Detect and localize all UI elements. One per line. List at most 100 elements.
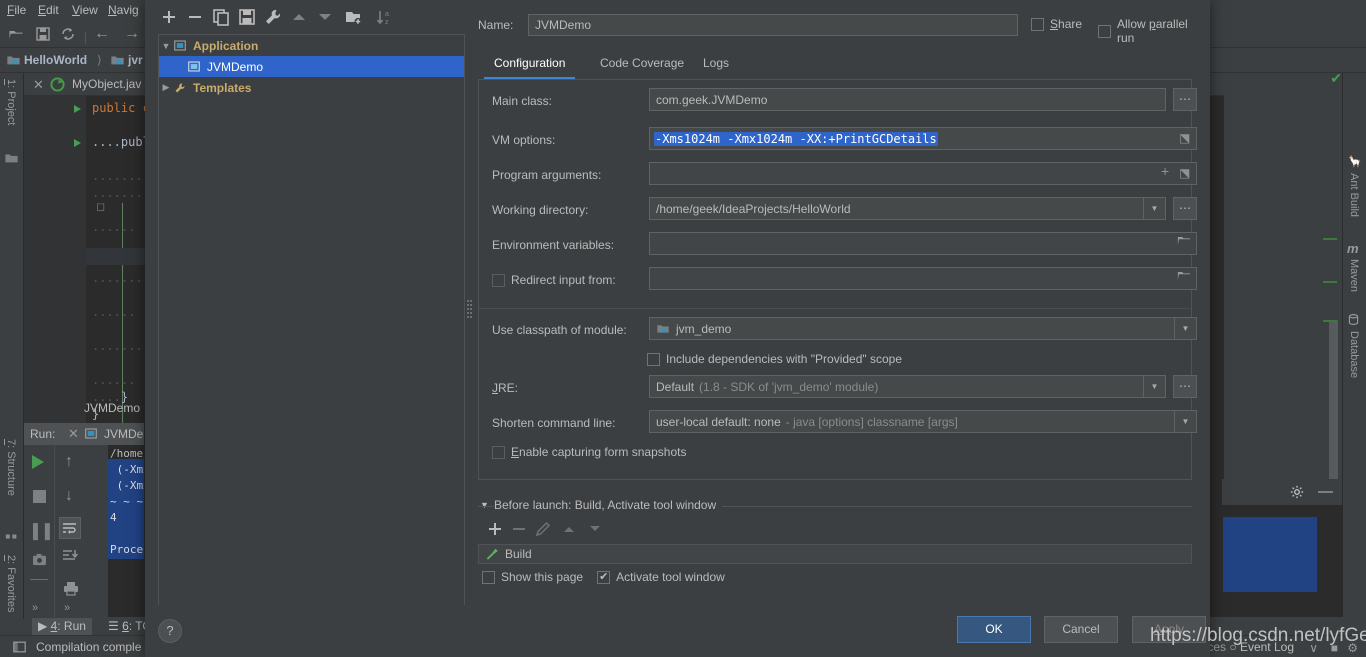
splitter-handle[interactable] (467, 300, 472, 318)
status-tab-run[interactable]: ▶ 4: Run (32, 618, 92, 635)
classpath-module-combo[interactable]: jvm_demo ▼ (649, 317, 1197, 340)
expand-actions-icon-2[interactable]: » (64, 602, 70, 614)
ok-button[interactable]: OK (957, 616, 1031, 643)
code-line[interactable]: public c (92, 101, 150, 115)
jre-browse-button[interactable]: ⋯ (1173, 375, 1197, 398)
save-all-icon[interactable] (35, 26, 51, 42)
chevron-down-icon[interactable]: ▼ (1174, 411, 1196, 432)
menu-view[interactable]: View (72, 3, 98, 17)
share-checkbox[interactable]: Share (1031, 17, 1082, 31)
breadcrumb-item-module[interactable]: jvr (128, 53, 143, 67)
open-folder-icon[interactable] (8, 26, 25, 42)
move-up-icon[interactable] (558, 518, 580, 540)
include-provided-checkbox[interactable]: Include dependencies with "Provided" sco… (647, 352, 902, 366)
chevron-down-icon[interactable]: ▼ (159, 41, 173, 51)
chevron-down-icon[interactable]: ▼ (1143, 198, 1165, 219)
soft-wrap-button[interactable] (59, 517, 81, 539)
scroll-to-end-icon[interactable] (62, 549, 79, 564)
code-line[interactable]: ...... (92, 373, 135, 387)
wrench-icon[interactable] (262, 6, 284, 28)
remove-icon[interactable] (184, 6, 206, 28)
tool-window-maven[interactable]: Maven (1348, 259, 1360, 292)
stop-icon[interactable] (33, 490, 46, 503)
tool-window-project[interactable]: 1: Project (5, 79, 17, 125)
print-icon[interactable] (63, 581, 79, 596)
toggle-toolwindows-icon[interactable] (12, 640, 27, 654)
move-up-icon[interactable] (288, 6, 310, 28)
code-line[interactable]: ........ (92, 186, 150, 200)
run-console[interactable]: /home/g (-Xmx) (-Xmx) ~ ~ ~ ~ 4 Process (108, 445, 144, 619)
show-this-page-checkbox[interactable]: Show this page (482, 570, 583, 584)
rerun-icon[interactable] (32, 455, 44, 469)
chevron-right-icon[interactable]: ▶ (159, 82, 173, 93)
tab-code-coverage[interactable]: Code Coverage (590, 50, 694, 79)
working-directory-browse-button[interactable]: ⋯ (1173, 197, 1197, 220)
menu-navigate[interactable]: Navig (108, 3, 139, 17)
sort-alphabetically-icon[interactable]: az (373, 6, 395, 28)
program-arguments-input[interactable] (649, 162, 1197, 185)
redirect-input-checkbox[interactable]: Redirect input from: (492, 273, 616, 287)
cancel-button[interactable]: Cancel (1044, 616, 1118, 643)
fold-marker-expand-icon[interactable]: ◻ (96, 200, 105, 213)
menu-edit[interactable]: Edit (38, 3, 59, 17)
editor-tab-myobject[interactable]: MyObject.jav (72, 77, 141, 91)
add-icon[interactable] (158, 6, 180, 28)
edit-icon[interactable] (532, 518, 554, 540)
save-icon[interactable] (236, 6, 258, 28)
scroll-down-icon[interactable]: ↓ (65, 487, 73, 505)
tree-row-application[interactable]: ▼ Application (159, 35, 464, 56)
new-folder-icon[interactable] (343, 6, 365, 28)
close-run-icon[interactable]: ✕ (68, 426, 79, 442)
insert-macro-icon[interactable]: + (1161, 163, 1169, 179)
camera-icon[interactable] (32, 553, 47, 566)
minimize-icon[interactable]: — (1318, 483, 1333, 500)
tab-configuration[interactable]: Configuration (484, 50, 576, 79)
before-launch-list[interactable]: Build (478, 544, 1192, 564)
gutter-run-icon[interactable] (74, 139, 81, 147)
code-line[interactable]: ...... (92, 220, 135, 234)
close-icon[interactable]: ✕ (33, 77, 44, 93)
code-line[interactable]: ........ (92, 339, 150, 353)
menu-file[interactable]: FFileile (7, 3, 26, 17)
working-directory-input[interactable]: /home/geek/IdeaProjects/HelloWorld ▼ (649, 197, 1166, 220)
gear-icon[interactable] (1290, 485, 1304, 499)
tool-window-ant-build[interactable]: Ant Build (1348, 173, 1360, 217)
run-window-tab-title[interactable]: JVMDemo (84, 401, 140, 415)
chevron-down-icon[interactable]: ▼ (480, 500, 489, 510)
chevron-down-icon[interactable]: ▼ (1174, 318, 1196, 339)
tool-window-favorites[interactable]: 2: Favorites (5, 555, 17, 612)
main-class-browse-button[interactable]: ⋯ (1173, 88, 1197, 111)
before-launch-header[interactable]: ▼ Before launch: Build, Activate tool wi… (478, 498, 1192, 514)
move-down-icon[interactable] (314, 6, 336, 28)
help-button[interactable]: ? (158, 619, 182, 643)
main-class-input[interactable]: com.geek.JVMDemo (649, 88, 1166, 111)
breadcrumb-item-project[interactable]: HelloWorld (24, 53, 87, 67)
code-line[interactable]: ...... (92, 305, 135, 319)
name-input[interactable] (528, 14, 1018, 36)
folder-browse-icon-2[interactable] (1177, 269, 1191, 282)
code-line[interactable]: ........ (92, 271, 150, 285)
tree-row-jvmdemo[interactable]: JVMDemo (159, 56, 464, 77)
back-arrow-icon[interactable]: ← (94, 25, 110, 43)
add-icon[interactable] (484, 518, 506, 540)
chevron-down-icon[interactable]: ▼ (1143, 376, 1165, 397)
remove-icon[interactable] (508, 518, 530, 540)
allow-parallel-run-checkbox[interactable]: Allow parallel run (1098, 17, 1192, 45)
redirect-input-field[interactable] (649, 267, 1197, 290)
expand-actions-icon[interactable]: » (32, 602, 38, 614)
scroll-up-icon[interactable]: ↑ (65, 453, 73, 471)
code-line[interactable]: ....publ (92, 135, 150, 149)
forward-arrow-icon[interactable]: → (124, 25, 140, 43)
tool-window-structure[interactable]: 7: Structure (5, 439, 17, 496)
gutter-run-icon[interactable] (74, 105, 81, 113)
enable-snapshots-checkbox[interactable]: Enable capturing form snapshots (492, 445, 686, 459)
tree-row-templates[interactable]: ▶ Templates (159, 77, 464, 98)
copy-icon[interactable] (210, 6, 232, 28)
expand-editor-icon-2[interactable]: ⬔ (1179, 166, 1190, 180)
vm-options-input[interactable]: -Xms1024m -Xmx1024m -XX:+PrintGCDetails (649, 127, 1197, 150)
expand-editor-icon[interactable]: ⬔ (1179, 131, 1190, 145)
environment-variables-input[interactable] (649, 232, 1197, 255)
tool-window-database[interactable]: Database (1348, 331, 1360, 378)
configurations-tree[interactable]: ▼ Application JVMDemo ▶ Templates (158, 34, 465, 611)
sync-icon[interactable] (60, 26, 76, 42)
